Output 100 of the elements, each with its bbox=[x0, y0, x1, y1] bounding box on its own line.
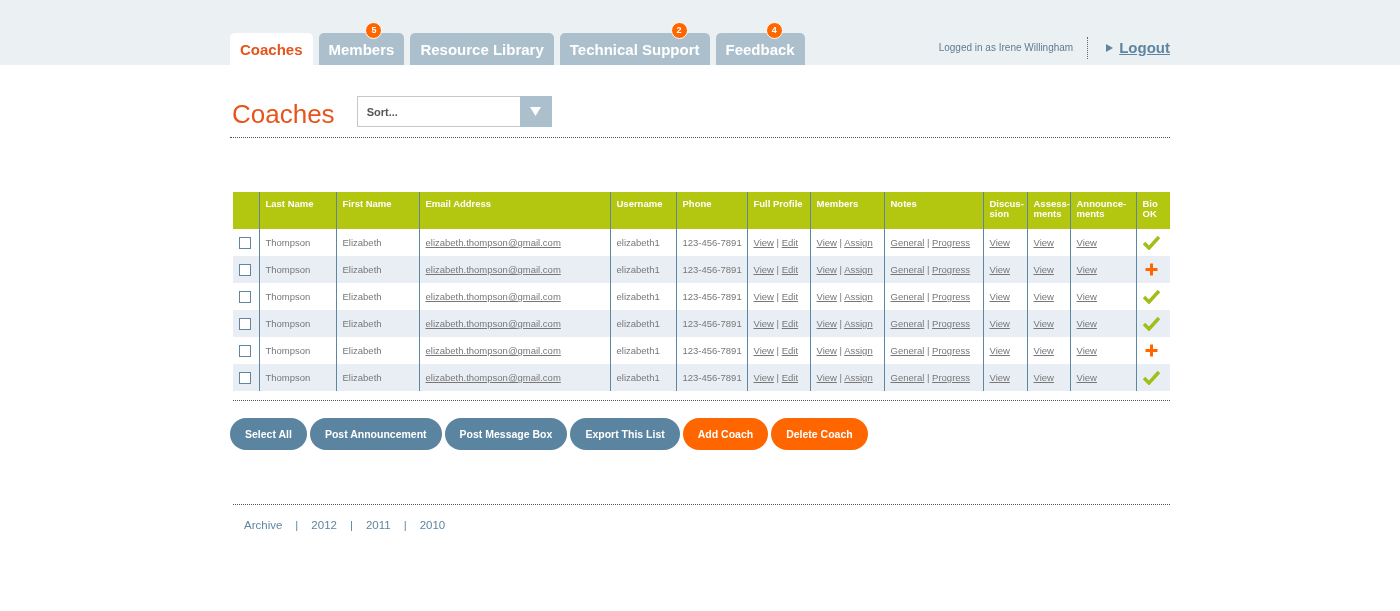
table-link[interactable]: View bbox=[816, 264, 837, 275]
table-link[interactable]: Assign bbox=[844, 345, 873, 356]
row-checkbox[interactable] bbox=[239, 236, 251, 249]
table-link[interactable]: Edit bbox=[781, 291, 799, 302]
table-link[interactable]: View bbox=[753, 291, 774, 302]
archive-link[interactable]: 2011 bbox=[365, 519, 391, 531]
action-button[interactable]: Post Message Box bbox=[444, 418, 568, 450]
column-header: Assess- ments bbox=[1027, 192, 1070, 229]
table-link[interactable]: Edit bbox=[781, 237, 799, 248]
table-link[interactable]: View bbox=[753, 264, 774, 275]
link-separator: | bbox=[839, 345, 843, 356]
archive-link[interactable]: 2012 bbox=[311, 519, 337, 531]
table-link[interactable]: View bbox=[816, 345, 837, 356]
link-separator: | bbox=[926, 237, 930, 248]
row-checkbox[interactable] bbox=[239, 263, 251, 276]
table-link[interactable]: View bbox=[816, 318, 837, 329]
table-link[interactable]: View bbox=[753, 237, 774, 248]
table-link[interactable]: View bbox=[753, 372, 774, 383]
archive-link[interactable]: Archive bbox=[244, 519, 283, 531]
row-checkbox[interactable] bbox=[239, 317, 251, 330]
row-checkbox[interactable] bbox=[239, 290, 251, 303]
table-cell: 123-456-7891 bbox=[682, 372, 742, 383]
table-cell: Elizabeth bbox=[342, 345, 382, 356]
row-checkbox[interactable] bbox=[239, 344, 251, 357]
table-link[interactable]: View bbox=[1076, 291, 1097, 302]
table-link[interactable]: View bbox=[989, 237, 1010, 248]
action-button[interactable]: Post Announcement bbox=[309, 418, 442, 450]
table-link[interactable]: View bbox=[989, 372, 1010, 383]
link-separator: | bbox=[776, 237, 780, 248]
table-link[interactable]: General bbox=[890, 345, 925, 356]
email-link[interactable]: elizabeth.thompson@gmail.com bbox=[425, 237, 561, 248]
table-link[interactable]: View bbox=[989, 318, 1010, 329]
link-separator: | bbox=[839, 318, 843, 329]
table-link[interactable]: View bbox=[1033, 318, 1054, 329]
table-link[interactable]: General bbox=[890, 372, 925, 383]
link-separator: | bbox=[776, 291, 780, 302]
table-link[interactable]: View bbox=[989, 345, 1010, 356]
action-button[interactable]: Export This List bbox=[570, 418, 680, 450]
table-cell: Thompson bbox=[265, 291, 311, 302]
row-checkbox[interactable] bbox=[239, 371, 251, 384]
table-link[interactable]: View bbox=[1076, 318, 1097, 329]
table-link[interactable]: Edit bbox=[781, 318, 799, 329]
table-cell: Thompson bbox=[265, 264, 311, 275]
table-link[interactable]: Edit bbox=[781, 372, 799, 383]
table-link[interactable]: General bbox=[890, 291, 925, 302]
table-link[interactable]: View bbox=[1033, 372, 1054, 383]
table-cell: Elizabeth bbox=[342, 264, 382, 275]
table-link[interactable]: View bbox=[816, 291, 837, 302]
table-link[interactable]: View bbox=[1076, 345, 1097, 356]
column-header: Phone bbox=[676, 192, 747, 229]
action-button[interactable]: Add Coach bbox=[682, 418, 769, 450]
page-title: Coaches bbox=[232, 99, 335, 129]
link-separator: | bbox=[839, 237, 843, 248]
table-link[interactable]: View bbox=[1033, 264, 1054, 275]
sort-field[interactable]: Sort... bbox=[356, 96, 520, 127]
table-link[interactable]: View bbox=[989, 291, 1010, 302]
table-link[interactable]: View bbox=[816, 237, 837, 248]
email-link[interactable]: elizabeth.thompson@gmail.com bbox=[425, 291, 561, 302]
link-separator: | bbox=[839, 291, 843, 302]
table-link[interactable]: Assign bbox=[844, 318, 873, 329]
table-link[interactable]: General bbox=[890, 237, 925, 248]
table-cell: elizabeth1 bbox=[616, 318, 660, 329]
table-link[interactable]: Progress bbox=[932, 318, 971, 329]
archive-link[interactable]: 2010 bbox=[419, 519, 446, 531]
table-link[interactable]: Progress bbox=[932, 372, 971, 383]
nav-tab[interactable]: Coaches bbox=[230, 33, 313, 65]
table-link[interactable]: Assign bbox=[844, 264, 873, 275]
table-link[interactable]: View bbox=[753, 345, 774, 356]
table-link[interactable]: Edit bbox=[781, 345, 799, 356]
table-link[interactable]: View bbox=[1076, 372, 1097, 383]
table-link[interactable]: Progress bbox=[932, 237, 971, 248]
table-link[interactable]: Assign bbox=[844, 291, 873, 302]
link-separator: | bbox=[349, 519, 353, 531]
table-link[interactable]: Progress bbox=[932, 345, 971, 356]
table-link[interactable]: View bbox=[1033, 345, 1054, 356]
column-header: First Name bbox=[336, 192, 419, 229]
table-link[interactable]: Progress bbox=[932, 264, 971, 275]
table-cell: Thompson bbox=[265, 318, 311, 329]
column-header: Email Address bbox=[419, 192, 610, 229]
action-button[interactable]: Select All bbox=[230, 418, 307, 450]
table-link[interactable]: View bbox=[816, 372, 837, 383]
link-separator: | bbox=[926, 318, 930, 329]
table-link[interactable]: View bbox=[1076, 237, 1097, 248]
table-cell: elizabeth1 bbox=[616, 372, 660, 383]
table-link[interactable]: View bbox=[1033, 237, 1054, 248]
table-link[interactable]: Assign bbox=[844, 372, 873, 383]
action-button[interactable]: Delete Coach bbox=[771, 418, 868, 450]
table-link[interactable]: General bbox=[890, 264, 925, 275]
table-link[interactable]: Progress bbox=[932, 291, 971, 302]
table-link[interactable]: Edit bbox=[781, 264, 799, 275]
table-link[interactable]: View bbox=[753, 318, 774, 329]
column-header: Members bbox=[810, 192, 884, 229]
logout-link[interactable]: Logout bbox=[1106, 39, 1170, 56]
table-link[interactable]: View bbox=[1076, 264, 1097, 275]
table-link[interactable]: View bbox=[1033, 291, 1054, 302]
link-separator: | bbox=[403, 519, 407, 531]
email-link[interactable]: elizabeth.thompson@gmail.com bbox=[425, 345, 561, 356]
table-link[interactable]: View bbox=[989, 264, 1010, 275]
table-link[interactable]: General bbox=[890, 318, 925, 329]
table-link[interactable]: Assign bbox=[844, 237, 873, 248]
